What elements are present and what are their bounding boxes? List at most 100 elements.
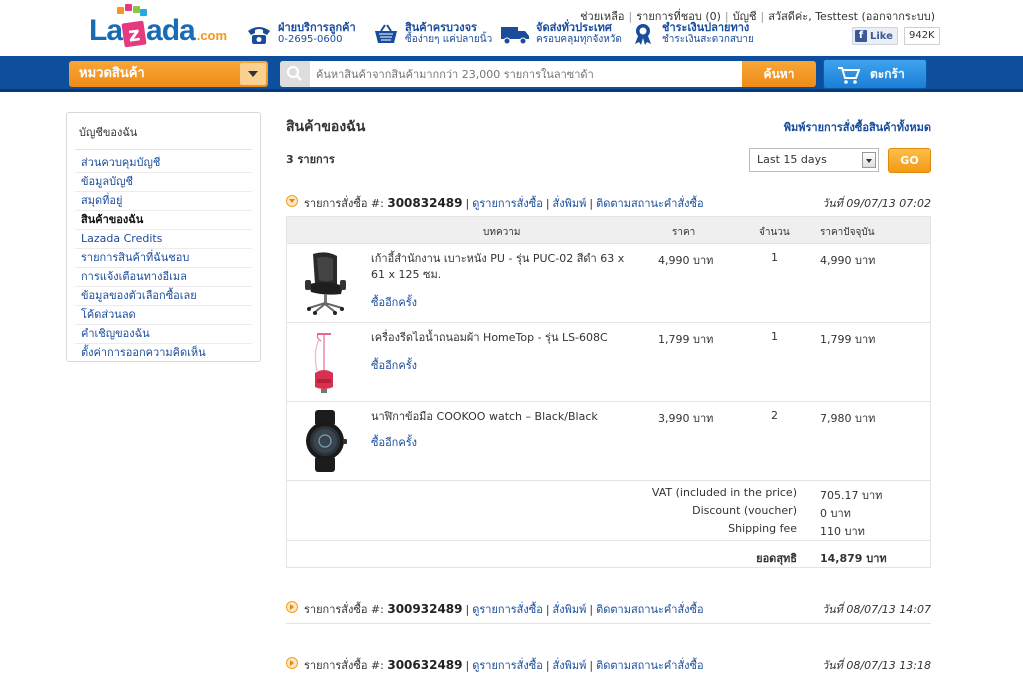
feature-customer-service[interactable]: ฝ่ายบริการลูกค้า 0-2695-0600 bbox=[246, 22, 356, 46]
greeting-logout-link[interactable]: สวัสดีค่ะ, Testtest (ออกจากระบบ) bbox=[768, 10, 935, 23]
sidebar-item-address-book[interactable]: สมุดที่อยู่ bbox=[75, 192, 252, 211]
order-number: 300932489 bbox=[387, 602, 463, 616]
category-dropdown[interactable]: หมวดสินค้า bbox=[69, 61, 268, 87]
item-quantity: 1 bbox=[771, 251, 778, 264]
column-header-price: ราคา bbox=[672, 227, 696, 238]
garment-steamer-image[interactable] bbox=[297, 329, 355, 395]
order-divider bbox=[286, 623, 931, 624]
print-all-orders-link[interactable]: พิมพ์รายการสั่งซื้อสินค้าทั้งหมด bbox=[784, 118, 931, 136]
item-price: 3,990 บาท bbox=[658, 412, 714, 425]
vat-value: 705.17 บาท bbox=[820, 489, 883, 502]
link-separator: | bbox=[628, 10, 633, 23]
search-box bbox=[280, 61, 742, 87]
search-button[interactable]: ค้นหา bbox=[742, 61, 816, 87]
order-label: รายการสั่งซื้อ #: bbox=[304, 659, 384, 672]
category-label: หมวดสินค้า bbox=[79, 66, 145, 81]
facebook-like-button[interactable]: f Like bbox=[852, 27, 898, 45]
order-header: รายการสั่งซื้อ #: 300932489 | ดูรายการสั่ง… bbox=[286, 598, 931, 618]
sidebar-item-email-notifications[interactable]: การแจ้งเตือนทางอีเมล bbox=[75, 268, 252, 287]
expand-toggle-icon[interactable] bbox=[286, 601, 298, 613]
reorder-link[interactable]: ซื้ออีกครั้ง bbox=[371, 433, 417, 451]
vat-label: VAT (included in the price) bbox=[651, 486, 797, 499]
lazada-logo[interactable]: La z ada .com bbox=[89, 4, 228, 48]
feature-subtitle: ครอบคลุมทุกจังหวัด bbox=[536, 34, 622, 45]
item-current-price: 7,980 บาท bbox=[820, 412, 876, 425]
sidebar-item-vouchers[interactable]: โค้ดส่วนลด bbox=[75, 306, 252, 325]
print-order-link[interactable]: สั่งพิมพ์ bbox=[553, 659, 587, 672]
facebook-icon: f bbox=[855, 30, 867, 42]
cart-button[interactable]: ตะกร้า bbox=[823, 59, 927, 89]
link-separator: | bbox=[465, 603, 470, 616]
column-header-qty: จำนวน bbox=[759, 227, 790, 238]
view-order-link[interactable]: ดูรายการสั่งซื้อ bbox=[472, 659, 543, 672]
feature-cod[interactable]: ชำระเงินปลายทาง ชำระเงินสะดวกสบาย bbox=[630, 22, 754, 46]
wrist-watch-image[interactable] bbox=[297, 408, 355, 474]
search-input[interactable] bbox=[316, 65, 736, 83]
top-header: La z ada .com ฝ่ายบริการลูกค้า 0-2695-06… bbox=[0, 0, 1023, 56]
link-separator: | bbox=[760, 10, 765, 23]
item-price: 4,990 บาท bbox=[658, 254, 714, 267]
sidebar-item-review-settings[interactable]: ตั้งค่าการออกความคิดเห็น bbox=[75, 344, 252, 363]
wishlist-link[interactable]: รายการที่ชอบ (0) bbox=[636, 10, 721, 23]
help-link[interactable]: ช่วยเหลือ bbox=[580, 10, 624, 23]
view-order-link[interactable]: ดูรายการสั่งซื้อ bbox=[472, 603, 543, 616]
sidebar-item-invitations[interactable]: คำเชิญของฉัน bbox=[75, 325, 252, 344]
sidebar-item-buy-now-options[interactable]: ข้อมูลของตัวเลือกซื้อเลย bbox=[75, 287, 252, 306]
product-name[interactable]: นาฬิกาข้อมือ COOKOO watch – Black/Black bbox=[371, 409, 631, 425]
award-icon bbox=[635, 24, 651, 45]
order-summary-line: รายการสั่งซื้อ #: 300832489 | ดูรายการสั่ง… bbox=[304, 194, 704, 212]
track-order-link[interactable]: ติดตามสถานะคำสั่งซื้อ bbox=[596, 659, 704, 672]
office-chair-image[interactable] bbox=[297, 250, 355, 316]
track-order-link[interactable]: ติดตามสถานะคำสั่งซื้อ bbox=[596, 197, 704, 210]
feature-shipping[interactable]: จัดส่งทั่วประเทศ ครอบคลุมทุกจังหวัด bbox=[500, 22, 622, 46]
sidebar-item-my-orders[interactable]: สินค้าของฉัน bbox=[75, 211, 252, 230]
link-separator: | bbox=[589, 603, 594, 616]
logo-text-la: La bbox=[89, 14, 123, 47]
feature-title: สินค้าครบวงจร bbox=[405, 21, 477, 34]
sidebar-item-wishlist[interactable]: รายการสินค้าที่ฉันชอบ bbox=[75, 249, 252, 268]
account-sidebar: บัญชีของฉัน ส่วนควบคุมบัญชี ข้อมูลบัญชี … bbox=[66, 112, 261, 362]
sidebar-title: บัญชีของฉัน bbox=[75, 121, 252, 150]
order-label: รายการสั่งซื้อ #: bbox=[304, 603, 384, 616]
order-items-table: บทความ ราคา จำนวน ราคาปัจจุบัน เก้าอี้สำ… bbox=[286, 216, 931, 568]
truck-icon bbox=[501, 27, 529, 45]
item-price: 1,799 บาท bbox=[658, 333, 714, 346]
feature-subtitle: 0-2695-0600 bbox=[278, 34, 343, 45]
collapse-toggle-icon[interactable] bbox=[286, 195, 298, 207]
reorder-link[interactable]: ซื้ออีกครั้ง bbox=[371, 356, 417, 374]
product-name[interactable]: เก้าอี้สำนักงาน เบาะหนัง PU - รุ่น PUC-0… bbox=[371, 251, 631, 283]
order-header: รายการสั่งซื้อ #: 300832489 | ดูรายการสั่ง… bbox=[286, 192, 931, 212]
feature-title: ฝ่ายบริการลูกค้า bbox=[278, 21, 356, 34]
go-button[interactable]: GO bbox=[888, 148, 931, 173]
feature-products[interactable]: สินค้าครบวงจร ซื้อง่ายๆ แค่ปลายนิ้ว bbox=[373, 22, 492, 46]
logo-text-ada: ada bbox=[146, 14, 196, 47]
sidebar-item-account-dashboard[interactable]: ส่วนควบคุมบัญชี bbox=[75, 154, 252, 173]
basket-icon bbox=[375, 24, 397, 43]
print-order-link[interactable]: สั่งพิมพ์ bbox=[553, 603, 587, 616]
period-select[interactable]: Last 15 days bbox=[749, 148, 879, 172]
link-separator: | bbox=[724, 10, 729, 23]
track-order-link[interactable]: ติดตามสถานะคำสั่งซื้อ bbox=[596, 603, 704, 616]
logo-dotcom: .com bbox=[196, 28, 228, 43]
item-quantity: 1 bbox=[771, 330, 778, 343]
facebook-like-label: Like bbox=[870, 30, 893, 42]
order-count: 3 รายการ bbox=[286, 153, 335, 166]
table-row: นาฬิกาข้อมือ COOKOO watch – Black/Black … bbox=[287, 401, 930, 480]
order-header: รายการสั่งซื้อ #: 300632489 | ดูรายการสั่ง… bbox=[286, 654, 931, 674]
sidebar-item-account-info[interactable]: ข้อมูลบัญชี bbox=[75, 173, 252, 192]
discount-value: 0 บาท bbox=[820, 507, 851, 520]
print-order-link[interactable]: สั่งพิมพ์ bbox=[553, 197, 587, 210]
item-current-price: 4,990 บาท bbox=[820, 254, 876, 267]
grand-total-value: 14,879 บาท bbox=[820, 552, 887, 565]
order-grand-total: ยอดสุทธิ 14,879 บาท bbox=[287, 540, 930, 567]
account-link[interactable]: บัญชี bbox=[733, 10, 757, 23]
view-order-link[interactable]: ดูรายการสั่งซื้อ bbox=[472, 197, 543, 210]
expand-toggle-icon[interactable] bbox=[286, 657, 298, 669]
sidebar-item-lazada-credits[interactable]: Lazada Credits bbox=[75, 230, 252, 249]
table-row: เก้าอี้สำนักงาน เบาะหนัง PU - รุ่น PUC-0… bbox=[287, 243, 930, 322]
link-separator: | bbox=[465, 659, 470, 672]
product-name[interactable]: เครื่องรีดไอน้ำถนอมผ้า HomeTop - รุ่น LS… bbox=[371, 330, 631, 346]
chevron-down-icon bbox=[240, 63, 266, 85]
reorder-link[interactable]: ซื้ออีกครั้ง bbox=[371, 293, 417, 311]
top-links: ช่วยเหลือ | รายการที่ชอบ (0) | บัญชี | สวัสดีค… bbox=[580, 7, 935, 25]
